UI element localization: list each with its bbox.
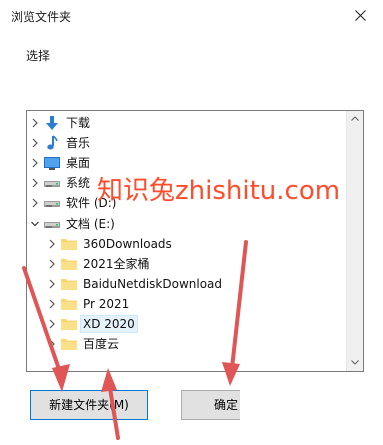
browse-folder-dialog: 浏览文件夹 选择 下载 音乐 桌面 系统 软件 (D:) 文档 (E:) 360Downlo… xyxy=(0,0,383,445)
annotation-arrow-right xyxy=(222,240,248,386)
annotation-arrows xyxy=(22,240,248,440)
annotation-arrow-left xyxy=(22,266,70,392)
annotation-arrow-middle xyxy=(101,368,120,440)
